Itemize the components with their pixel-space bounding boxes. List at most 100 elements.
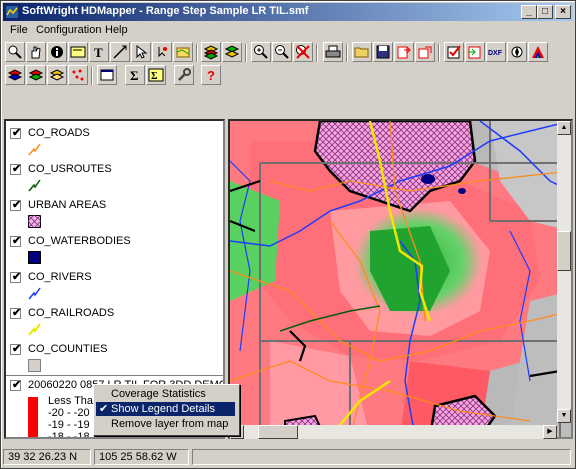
- dxf-export-icon[interactable]: DXF: [486, 42, 506, 62]
- compass-icon[interactable]: [507, 42, 527, 62]
- scroll-up-icon[interactable]: ▲: [557, 121, 571, 135]
- import-icon[interactable]: [465, 42, 485, 62]
- checkmark-icon: ✔: [99, 403, 109, 415]
- print-icon[interactable]: [323, 42, 343, 62]
- toolbar-separator: [346, 44, 348, 62]
- counties-symbol-icon: [28, 359, 41, 372]
- layer-context-menu: Coverage Statistics ✔ Show Legend Detail…: [93, 384, 240, 436]
- menu-bar: File Configuration Help: [3, 22, 573, 40]
- zoom-tool-icon[interactable]: [5, 42, 25, 62]
- map-horizontal-scrollbar[interactable]: ◀ ▶: [230, 425, 557, 439]
- tools-wrench-icon[interactable]: [174, 65, 194, 85]
- layer-icon[interactable]: [173, 42, 193, 62]
- check-layer-icon[interactable]: [444, 42, 464, 62]
- info-icon[interactable]: [47, 42, 67, 62]
- help-icon[interactable]: ?: [201, 65, 221, 85]
- map-view[interactable]: [228, 119, 573, 439]
- layer-name: CO_RAILROADS: [28, 307, 115, 319]
- layer-order-icon[interactable]: [222, 42, 242, 62]
- layer-color-icon[interactable]: [26, 65, 46, 85]
- menu-help[interactable]: Help: [105, 24, 128, 36]
- layer-stack-icon[interactable]: [5, 65, 25, 85]
- window-icon[interactable]: [97, 65, 117, 85]
- legend-divider: [6, 375, 223, 376]
- roads-symbol-icon: [28, 143, 41, 156]
- point-select-icon[interactable]: [152, 42, 172, 62]
- layer-name: CO_WATERBODIES: [28, 235, 131, 247]
- scroll-thumb-vertical[interactable]: [557, 231, 571, 271]
- layer-checkbox[interactable]: ✔: [10, 307, 21, 319]
- scatter-points-icon[interactable]: [68, 65, 88, 85]
- menu-show-legend-details[interactable]: ✔ Show Legend Details: [96, 402, 235, 416]
- menu-coverage-statistics[interactable]: Coverage Statistics: [96, 387, 235, 401]
- minimize-button[interactable]: _: [521, 5, 537, 19]
- toolbar-separator: [245, 44, 247, 62]
- open-folder-icon[interactable]: [352, 42, 372, 62]
- waterbodies-symbol-icon: [28, 251, 41, 264]
- app-window: SoftWright HDMapper - Range Step Sample …: [0, 0, 576, 469]
- svg-text:Σ: Σ: [130, 68, 139, 83]
- layer-checkbox[interactable]: ✔: [10, 163, 21, 175]
- export-icon[interactable]: [394, 42, 414, 62]
- layer-hatch-icon[interactable]: [47, 65, 67, 85]
- zoom-out-icon[interactable]: [272, 42, 292, 62]
- layer-checkbox[interactable]: ✔: [10, 271, 21, 283]
- coverage-map[interactable]: [230, 121, 571, 437]
- toolbar-secondary: Σ Σ ?: [3, 65, 573, 87]
- title-bar: SoftWright HDMapper - Range Step Sample …: [3, 3, 573, 21]
- railroads-symbol-icon: [28, 323, 41, 336]
- toolbar-separator: [316, 44, 318, 62]
- toolbar-separator: [91, 67, 93, 85]
- toolbar-main: T DXF: [3, 42, 573, 64]
- urban-hatch-symbol-icon: [28, 215, 41, 228]
- longitude-readout: 105 25 58.62 W: [94, 449, 189, 465]
- layer-checkbox[interactable]: ✔: [10, 343, 21, 355]
- scale-label: -19 - -19: [48, 419, 90, 431]
- menu-remove-layer[interactable]: Remove layer from map: [96, 417, 235, 431]
- statistics-icon[interactable]: Σ: [146, 65, 166, 85]
- layer-name: CO_COUNTIES: [28, 343, 108, 355]
- app-icon: [6, 6, 18, 18]
- sum-icon[interactable]: Σ: [125, 65, 145, 85]
- layer-checkbox[interactable]: ✔: [10, 379, 21, 391]
- window-title: SoftWright HDMapper - Range Step Sample …: [22, 5, 309, 17]
- layer-name: CO_USROUTES: [28, 163, 112, 175]
- scroll-right-icon[interactable]: ▶: [543, 425, 557, 439]
- svg-text:Σ: Σ: [151, 71, 158, 82]
- layer-checkbox[interactable]: ✔: [10, 199, 21, 211]
- scroll-down-icon[interactable]: ▼: [557, 409, 571, 423]
- export-map-icon[interactable]: [415, 42, 435, 62]
- map-vertical-scrollbar[interactable]: ▲ ▼: [557, 121, 571, 423]
- layer-checkbox[interactable]: ✔: [10, 235, 21, 247]
- layer-checkbox[interactable]: ✔: [10, 127, 21, 139]
- scale-label: Less Than: [48, 395, 100, 407]
- usroutes-symbol-icon: [28, 179, 41, 192]
- layer-name: CO_RIVERS: [28, 271, 92, 283]
- rivers-symbol-icon: [28, 287, 41, 300]
- select-arrow-icon[interactable]: [131, 42, 151, 62]
- line-tool-icon[interactable]: [110, 42, 130, 62]
- add-layer-icon[interactable]: [201, 42, 221, 62]
- scale-label: -20 - -20: [48, 407, 90, 419]
- color-palette-icon[interactable]: [528, 42, 548, 62]
- svg-text:DXF: DXF: [488, 50, 503, 57]
- toolbar-separator: [196, 44, 198, 62]
- status-message: [192, 449, 571, 465]
- zoom-in-icon[interactable]: [251, 42, 271, 62]
- svg-text:T: T: [94, 45, 103, 60]
- close-button[interactable]: ×: [555, 5, 571, 19]
- toolbar-separator: [438, 44, 440, 62]
- zoom-cancel-icon[interactable]: [293, 42, 313, 62]
- hand-pan-icon[interactable]: [26, 42, 46, 62]
- signal-scale-swatch: [28, 397, 38, 437]
- status-bar: 39 32 26.23 N 105 25 58.62 W: [3, 448, 573, 466]
- label-tool-icon[interactable]: [68, 42, 88, 62]
- menu-configuration[interactable]: Configuration: [36, 24, 101, 36]
- menu-file[interactable]: File: [10, 24, 28, 36]
- save-icon[interactable]: [373, 42, 393, 62]
- layer-name: CO_ROADS: [28, 127, 90, 139]
- scroll-thumb-horizontal[interactable]: [258, 425, 298, 439]
- scale-label: -18 - -18: [48, 431, 90, 439]
- text-tool-icon[interactable]: T: [89, 42, 109, 62]
- maximize-button[interactable]: □: [537, 5, 553, 19]
